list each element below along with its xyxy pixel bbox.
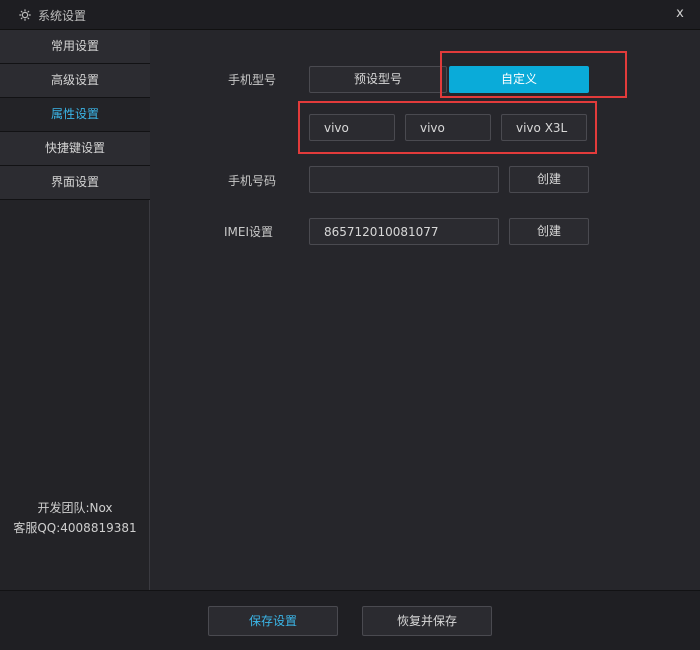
sidebar-item-shortcuts[interactable]: 快捷键设置 <box>0 132 150 166</box>
dev-team-text: 开发团队:Nox <box>37 501 113 515</box>
sidebar: 常用设置 高级设置 属性设置 快捷键设置 界面设置 开发团队:Nox 客服QQ:… <box>0 30 150 590</box>
phone-label: 手机号码 <box>228 174 277 188</box>
model-label: 手机型号 <box>228 73 277 87</box>
sidebar-info: 开发团队:Nox 客服QQ:4008819381 <box>0 498 150 538</box>
properties-panel: 手机型号 预设型号 自定义 手机号码 创建 IMEI设置 创建 <box>151 30 700 590</box>
restore-and-save-button[interactable]: 恢复并保存 <box>362 606 492 636</box>
sidebar-item-properties[interactable]: 属性设置 <box>0 98 150 132</box>
title-bar: 系统设置 x <box>0 0 700 30</box>
create-imei-button[interactable]: 创建 <box>509 218 589 245</box>
sidebar-item-general[interactable]: 常用设置 <box>0 30 150 64</box>
bottom-bar: 保存设置 恢复并保存 <box>0 590 700 650</box>
manufacturer-input[interactable] <box>405 114 491 141</box>
sidebar-item-interface[interactable]: 界面设置 <box>0 166 150 200</box>
imei-label: IMEI设置 <box>224 225 274 239</box>
custom-model-button[interactable]: 自定义 <box>449 66 589 93</box>
gear-icon <box>19 9 31 21</box>
preset-model-button[interactable]: 预设型号 <box>309 66 447 93</box>
imei-input[interactable] <box>309 218 499 245</box>
support-qq-text: 客服QQ:4008819381 <box>13 521 137 535</box>
close-button[interactable]: x <box>672 6 688 22</box>
brand-input[interactable] <box>309 114 395 141</box>
model-name-input[interactable] <box>501 114 587 141</box>
phone-number-input[interactable] <box>309 166 499 193</box>
create-phone-button[interactable]: 创建 <box>509 166 589 193</box>
window-title: 系统设置 <box>38 9 87 23</box>
sidebar-item-advanced[interactable]: 高级设置 <box>0 64 150 98</box>
save-settings-button[interactable]: 保存设置 <box>208 606 338 636</box>
